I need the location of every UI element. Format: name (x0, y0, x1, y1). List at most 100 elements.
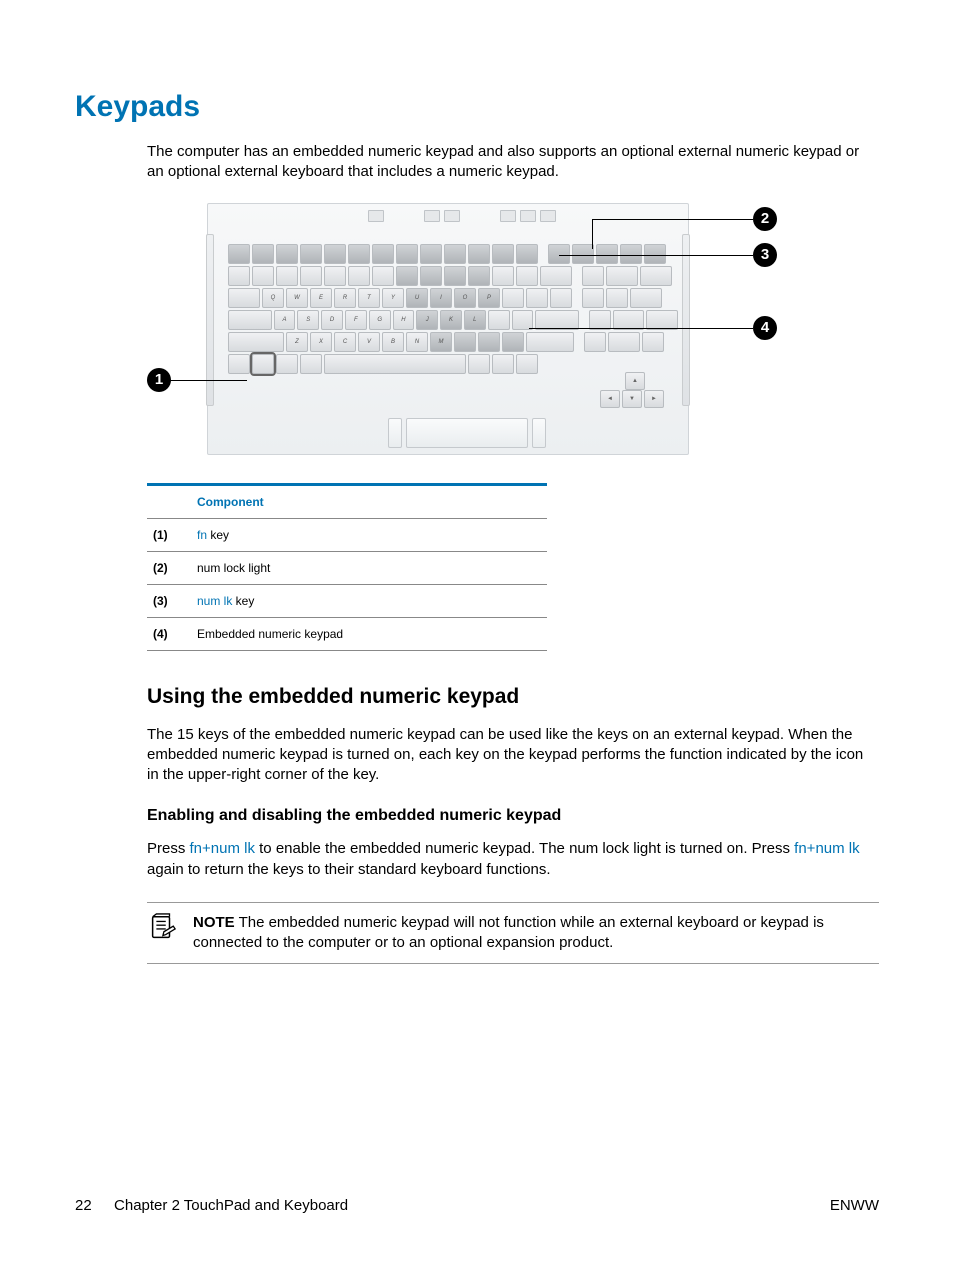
key (348, 244, 370, 264)
key (348, 266, 370, 286)
key: E (310, 288, 332, 308)
intro-paragraph: The computer has an embedded numeric key… (147, 142, 879, 183)
key: N (406, 332, 428, 352)
key (492, 354, 514, 374)
key (646, 310, 678, 330)
page-title: Keypads (75, 90, 879, 124)
chapter-label: Chapter 2 TouchPad and Keyboard (114, 1197, 348, 1214)
arrow-up-key: ▲ (625, 372, 645, 390)
media-strip (368, 210, 556, 222)
table-header: Component (191, 484, 547, 518)
key (468, 266, 490, 286)
table-row: (2) num lock light (147, 551, 547, 584)
key (488, 310, 510, 330)
key: I (430, 288, 452, 308)
row-text: num lock light (191, 551, 547, 584)
key (535, 310, 579, 330)
note-icon (147, 913, 177, 949)
key (454, 332, 476, 352)
row-rest: Embedded numeric keypad (197, 627, 343, 641)
key (252, 244, 274, 264)
note-body: NOTE The embedded numeric keypad will no… (193, 913, 879, 954)
key (492, 244, 514, 264)
key (324, 266, 346, 286)
key (582, 266, 604, 286)
key (606, 288, 628, 308)
touchpad-button (532, 418, 546, 448)
key (300, 244, 322, 264)
key (620, 244, 642, 264)
row-text: Embedded numeric keypad (191, 617, 547, 650)
body-paragraph: The 15 keys of the embedded numeric keyp… (147, 725, 879, 786)
keypad-figure: Q W E R T Y U I O P (147, 203, 777, 463)
component-table: Component (1) fn key (2) num lock light … (147, 483, 547, 651)
callout-3: 3 (753, 243, 777, 267)
key (526, 288, 548, 308)
scroll-strip-right (682, 234, 690, 406)
row-text: fn key (191, 518, 547, 551)
row-index: (1) (147, 518, 191, 551)
key (540, 266, 572, 286)
table-row: (4) Embedded numeric keypad (147, 617, 547, 650)
key (300, 266, 322, 286)
key (502, 288, 524, 308)
key (526, 332, 574, 352)
media-icon (500, 210, 516, 222)
text: Press (147, 840, 190, 857)
key (276, 266, 298, 286)
media-icon (520, 210, 536, 222)
key (468, 244, 490, 264)
key: Q (262, 288, 284, 308)
table-row: (1) fn key (147, 518, 547, 551)
key (444, 244, 466, 264)
key (596, 244, 618, 264)
subsection-heading: Enabling and disabling the embedded nume… (147, 807, 879, 825)
key (512, 310, 534, 330)
row-index: (4) (147, 617, 191, 650)
key: P (478, 288, 500, 308)
key (572, 244, 594, 264)
key (228, 266, 250, 286)
key: T (358, 288, 380, 308)
key: S (297, 310, 319, 330)
leader-line (593, 219, 753, 220)
key: X (310, 332, 332, 352)
key-combo: fn+num lk (190, 840, 255, 857)
key: A (274, 310, 296, 330)
note-label: NOTE (193, 914, 235, 931)
key (550, 288, 572, 308)
leader-line (529, 328, 753, 329)
note-text: The embedded numeric keypad will not fun… (193, 914, 824, 951)
row-index: (3) (147, 584, 191, 617)
key (252, 266, 274, 286)
key: R (334, 288, 356, 308)
media-icon (444, 210, 460, 222)
power-icon (368, 210, 384, 222)
key (228, 288, 260, 308)
row-rest: key (232, 594, 254, 608)
key-name: fn (197, 528, 207, 542)
key: M (430, 332, 452, 352)
row-rest: num lock light (197, 561, 270, 575)
key: F (345, 310, 367, 330)
row-rest: key (207, 528, 229, 542)
leader-line (592, 219, 593, 249)
key: W (286, 288, 308, 308)
key (396, 266, 418, 286)
leader-line (559, 255, 753, 256)
key (228, 354, 250, 374)
section-heading: Using the embedded numeric keypad (147, 685, 879, 709)
key (228, 332, 284, 352)
text: to enable the embedded numeric keypad. T… (255, 840, 794, 857)
key (516, 266, 538, 286)
key: U (406, 288, 428, 308)
key: K (440, 310, 462, 330)
key: B (382, 332, 404, 352)
key: Z (286, 332, 308, 352)
touchpad (388, 418, 546, 448)
key (478, 332, 500, 352)
leader-line (171, 380, 247, 381)
key-combo: fn+num lk (794, 840, 859, 857)
keyboard-image: Q W E R T Y U I O P (207, 203, 689, 455)
arrow-right-key: ► (644, 390, 664, 408)
